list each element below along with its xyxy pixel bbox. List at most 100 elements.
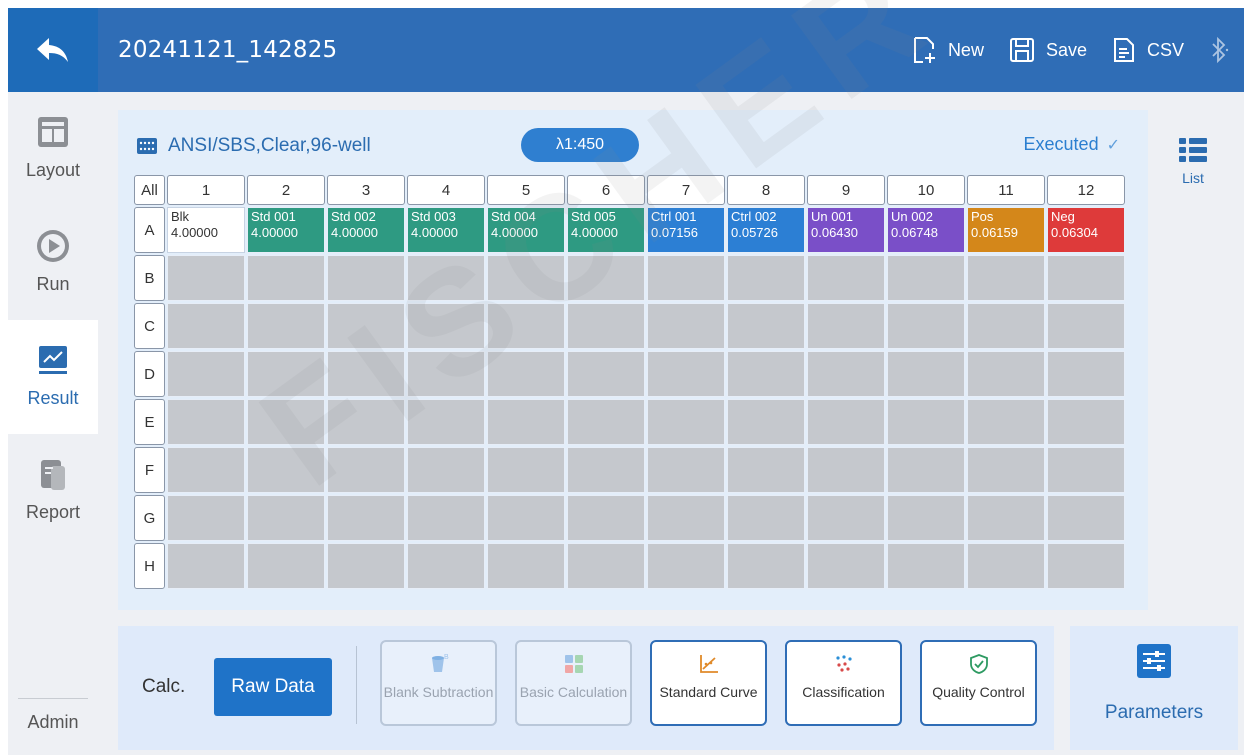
well[interactable]: [647, 255, 725, 301]
well[interactable]: [487, 447, 565, 493]
well[interactable]: [327, 351, 405, 397]
well[interactable]: [167, 303, 245, 349]
well[interactable]: [887, 303, 965, 349]
well[interactable]: [247, 447, 325, 493]
well[interactable]: [1047, 303, 1125, 349]
well[interactable]: [887, 495, 965, 541]
well[interactable]: [567, 351, 645, 397]
well[interactable]: [567, 495, 645, 541]
well[interactable]: [567, 399, 645, 445]
well[interactable]: [407, 543, 485, 589]
well[interactable]: [487, 303, 565, 349]
sidebar-item-result[interactable]: Result: [8, 320, 98, 434]
standard-curve-button[interactable]: Standard Curve: [650, 640, 767, 726]
list-button[interactable]: List: [1148, 136, 1238, 186]
well[interactable]: [167, 495, 245, 541]
well[interactable]: [647, 495, 725, 541]
well[interactable]: [487, 255, 565, 301]
well[interactable]: [407, 255, 485, 301]
row-header[interactable]: H: [134, 543, 165, 589]
row-header[interactable]: F: [134, 447, 165, 493]
well[interactable]: [807, 495, 885, 541]
well[interactable]: Std 004 4.00000: [487, 207, 565, 253]
well[interactable]: [887, 255, 965, 301]
row-header[interactable]: A: [134, 207, 165, 253]
well[interactable]: [807, 303, 885, 349]
well[interactable]: [807, 447, 885, 493]
well[interactable]: [887, 351, 965, 397]
parameters-button[interactable]: Parameters: [1070, 626, 1238, 750]
column-header[interactable]: 10: [887, 175, 965, 205]
column-header[interactable]: 1: [167, 175, 245, 205]
back-button[interactable]: [8, 8, 98, 92]
well[interactable]: [727, 447, 805, 493]
column-header[interactable]: 8: [727, 175, 805, 205]
well[interactable]: [247, 543, 325, 589]
column-header[interactable]: 12: [1047, 175, 1125, 205]
well[interactable]: [647, 399, 725, 445]
select-all-button[interactable]: All: [134, 175, 165, 205]
row-header[interactable]: G: [134, 495, 165, 541]
well[interactable]: [167, 255, 245, 301]
well[interactable]: [567, 255, 645, 301]
well[interactable]: Neg 0.06304: [1047, 207, 1125, 253]
well[interactable]: [647, 351, 725, 397]
well[interactable]: [247, 255, 325, 301]
well[interactable]: [407, 399, 485, 445]
well[interactable]: [647, 447, 725, 493]
blank-subtraction-button[interactable]: B Blank Subtraction: [380, 640, 497, 726]
well[interactable]: [327, 255, 405, 301]
well[interactable]: [807, 399, 885, 445]
well[interactable]: Std 005 4.00000: [567, 207, 645, 253]
well[interactable]: [967, 495, 1045, 541]
well[interactable]: [407, 495, 485, 541]
well[interactable]: Un 001 0.06430: [807, 207, 885, 253]
well[interactable]: Std 003 4.00000: [407, 207, 485, 253]
well[interactable]: [487, 351, 565, 397]
well[interactable]: [487, 399, 565, 445]
well[interactable]: [967, 351, 1045, 397]
well[interactable]: [167, 399, 245, 445]
well[interactable]: [1047, 495, 1125, 541]
well[interactable]: Un 002 0.06748: [887, 207, 965, 253]
well[interactable]: [327, 495, 405, 541]
wavelength-selector[interactable]: λ1:450: [521, 128, 639, 162]
sidebar-item-run[interactable]: Run: [8, 206, 98, 320]
well[interactable]: [247, 399, 325, 445]
well[interactable]: [567, 543, 645, 589]
well[interactable]: [407, 303, 485, 349]
row-header[interactable]: C: [134, 303, 165, 349]
well[interactable]: Pos 0.06159: [967, 207, 1045, 253]
well[interactable]: [247, 351, 325, 397]
well[interactable]: [647, 303, 725, 349]
well[interactable]: [167, 447, 245, 493]
well[interactable]: [1047, 351, 1125, 397]
sidebar-item-report[interactable]: Report: [8, 434, 98, 548]
well[interactable]: [167, 351, 245, 397]
well[interactable]: [887, 447, 965, 493]
well[interactable]: [1047, 543, 1125, 589]
well[interactable]: [887, 399, 965, 445]
column-header[interactable]: 3: [327, 175, 405, 205]
well[interactable]: [967, 447, 1045, 493]
column-header[interactable]: 6: [567, 175, 645, 205]
well[interactable]: [327, 447, 405, 493]
well[interactable]: [407, 351, 485, 397]
well[interactable]: [487, 543, 565, 589]
new-button[interactable]: New: [910, 35, 984, 65]
well[interactable]: [327, 303, 405, 349]
well[interactable]: [327, 543, 405, 589]
well[interactable]: [1047, 399, 1125, 445]
well[interactable]: [967, 543, 1045, 589]
raw-data-button[interactable]: Raw Data: [214, 658, 332, 716]
sidebar-item-layout[interactable]: Layout: [8, 92, 98, 206]
well[interactable]: [327, 399, 405, 445]
bluetooth-icon[interactable]: [1208, 35, 1230, 65]
well[interactable]: [407, 447, 485, 493]
well[interactable]: [247, 303, 325, 349]
column-header[interactable]: 5: [487, 175, 565, 205]
well[interactable]: [807, 255, 885, 301]
column-header[interactable]: 4: [407, 175, 485, 205]
column-header[interactable]: 2: [247, 175, 325, 205]
save-button[interactable]: Save: [1008, 36, 1087, 64]
